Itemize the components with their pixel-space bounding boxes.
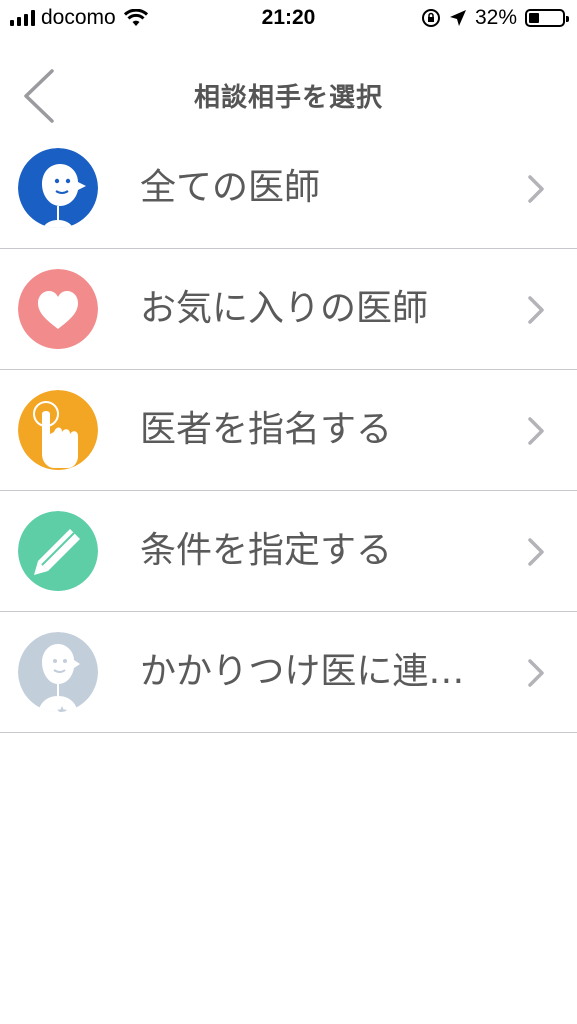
list-item-label: 条件を指定する bbox=[140, 530, 393, 571]
navigation-bar: 相談相手を選択 bbox=[0, 55, 577, 135]
battery-icon bbox=[525, 9, 569, 27]
doctor-avatar-icon bbox=[18, 148, 98, 228]
battery-percent: 32% bbox=[474, 6, 517, 29]
chevron-right-icon bbox=[528, 175, 544, 203]
status-bar: docomo 21:20 32% bbox=[0, 0, 577, 38]
list-item-specify-conditions[interactable]: 条件を指定する bbox=[0, 491, 577, 612]
location-icon bbox=[449, 10, 466, 26]
chevron-right-icon bbox=[528, 296, 544, 324]
chevron-right-icon bbox=[528, 659, 544, 687]
list-item-label: 全ての医師 bbox=[140, 167, 321, 208]
battery-level bbox=[529, 13, 539, 23]
consult-target-list: 全ての医師 お気に入りの医師 医者を指名する 条件を指定する かかりつけ医に連… bbox=[0, 128, 577, 733]
list-item-all-doctors[interactable]: 全ての医師 bbox=[0, 128, 577, 249]
chevron-right-icon bbox=[528, 538, 544, 566]
pointing-hand-icon bbox=[18, 390, 98, 470]
pencil-icon bbox=[18, 511, 98, 591]
chevron-right-icon bbox=[528, 417, 544, 445]
status-right: 32% bbox=[421, 6, 569, 30]
list-item-label: お気に入りの医師 bbox=[140, 288, 429, 329]
orientation-lock-icon bbox=[421, 9, 440, 27]
list-item-label: 医者を指名する bbox=[140, 409, 393, 450]
list-item-family-doctor[interactable]: かかりつけ医に連… bbox=[0, 612, 577, 733]
list-item-label: かかりつけ医に連… bbox=[140, 651, 465, 692]
list-item-nominate-doctor[interactable]: 医者を指名する bbox=[0, 370, 577, 491]
heart-icon bbox=[18, 269, 98, 349]
page-title: 相談相手を選択 bbox=[193, 83, 383, 113]
list-item-favorite-doctors[interactable]: お気に入りの医師 bbox=[0, 249, 577, 370]
family-doctor-icon bbox=[18, 632, 98, 712]
